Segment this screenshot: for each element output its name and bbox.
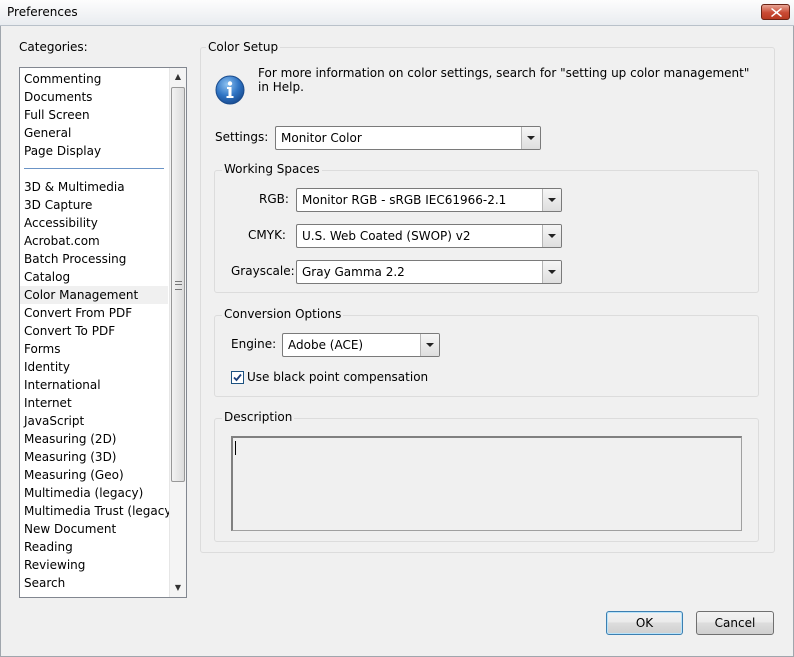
black-point-label[interactable]: Use black point compensation [247, 370, 428, 384]
black-point-checkbox[interactable] [231, 371, 244, 384]
engine-value: Adobe (ACE) [288, 338, 364, 352]
grayscale-value: Gray Gamma 2.2 [302, 265, 405, 279]
close-icon [771, 8, 782, 17]
category-item[interactable]: Reading [20, 538, 168, 556]
scroll-down-icon[interactable]: ▼ [170, 579, 186, 596]
chevron-down-icon [420, 334, 439, 356]
scroll-up-icon[interactable]: ▲ [170, 68, 186, 85]
category-item[interactable]: Search [20, 574, 168, 592]
rgb-select[interactable]: Monitor RGB - sRGB IEC61966-2.1 [296, 188, 562, 212]
category-item[interactable]: Documents [20, 88, 168, 106]
category-item[interactable]: Acrobat.com [20, 232, 168, 250]
category-item[interactable]: Forms [20, 340, 168, 358]
category-item[interactable]: 3D & Multimedia [20, 178, 168, 196]
working-spaces-title: Working Spaces [222, 162, 322, 176]
description-title: Description [222, 410, 295, 424]
grip-icon [175, 281, 182, 290]
category-item[interactable]: New Document [20, 520, 168, 538]
category-item[interactable]: Page Display [20, 142, 168, 160]
cancel-button[interactable]: Cancel [696, 611, 774, 635]
categories-separator [24, 168, 164, 169]
window-title: Preferences [7, 5, 78, 19]
category-item[interactable]: Measuring (Geo) [20, 466, 168, 484]
ok-button[interactable]: OK [606, 611, 683, 635]
settings-value: Monitor Color [281, 131, 362, 145]
category-item[interactable]: Multimedia Trust (legacy) [20, 502, 176, 520]
categories-list[interactable]: Commenting Documents Full Screen General Pag… [19, 67, 187, 598]
chevron-down-icon [542, 225, 561, 247]
category-item[interactable]: International [20, 376, 168, 394]
category-item[interactable]: JavaScript [20, 412, 168, 430]
category-item[interactable]: Full Screen [20, 106, 168, 124]
category-item[interactable]: General [20, 124, 168, 142]
category-item[interactable]: 3D Capture [20, 196, 168, 214]
category-item[interactable]: Batch Processing [20, 250, 168, 268]
categories-scrollbar[interactable]: ▲ ▼ [169, 68, 186, 597]
categories-label: Categories: [19, 40, 88, 54]
chevron-down-icon [521, 127, 540, 149]
text-caret [235, 441, 236, 455]
category-item[interactable]: Reviewing [20, 556, 168, 574]
category-item[interactable]: Convert From PDF [20, 304, 168, 322]
engine-select[interactable]: Adobe (ACE) [282, 333, 440, 357]
chevron-down-icon [542, 261, 561, 283]
settings-label: Settings: [215, 130, 269, 144]
category-item[interactable]: Catalog [20, 268, 168, 286]
checkmark-icon [233, 373, 242, 382]
category-item[interactable]: Accessibility [20, 214, 168, 232]
cmyk-select[interactable]: U.S. Web Coated (SWOP) v2 [296, 224, 562, 248]
grayscale-select[interactable]: Gray Gamma 2.2 [296, 260, 562, 284]
color-setup-title: Color Setup [206, 40, 281, 54]
cmyk-value: U.S. Web Coated (SWOP) v2 [302, 229, 471, 243]
title-bar[interactable]: Preferences [0, 0, 794, 26]
conversion-options-title: Conversion Options [222, 307, 344, 321]
info-icon [215, 75, 245, 105]
category-item[interactable]: Internet [20, 394, 168, 412]
grayscale-label: Grayscale: [231, 264, 295, 278]
chevron-down-icon [542, 189, 561, 211]
cmyk-label: CMYK: [248, 228, 286, 242]
category-item[interactable]: Commenting [20, 70, 168, 88]
info-text: For more information on color settings, … [258, 66, 750, 94]
engine-label: Engine: [231, 337, 277, 351]
category-item[interactable]: Multimedia (legacy) [20, 484, 168, 502]
close-button[interactable] [761, 4, 790, 20]
category-item[interactable]: Convert To PDF [20, 322, 168, 340]
category-item[interactable]: Measuring (2D) [20, 430, 168, 448]
category-item[interactable]: Measuring (3D) [20, 448, 168, 466]
description-box [231, 436, 742, 531]
scrollbar-thumb[interactable] [171, 87, 185, 482]
category-item[interactable]: Identity [20, 358, 168, 376]
category-item-selected[interactable]: Color Management [20, 286, 168, 304]
settings-select[interactable]: Monitor Color [275, 126, 541, 150]
rgb-label: RGB: [259, 192, 289, 206]
rgb-value: Monitor RGB - sRGB IEC61966-2.1 [302, 193, 507, 207]
